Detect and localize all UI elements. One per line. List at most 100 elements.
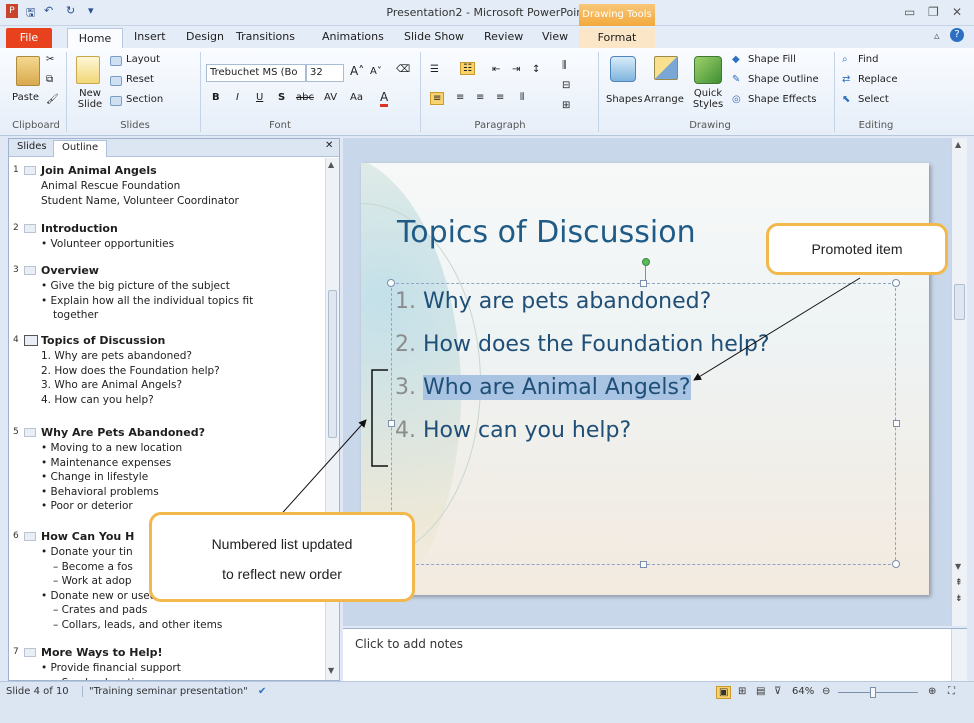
columns-icon[interactable]: ⫴ xyxy=(520,92,524,103)
tab-format[interactable]: Format xyxy=(579,28,655,48)
bullets-icon[interactable]: ☰ xyxy=(430,64,439,75)
outline-line[interactable]: – Collars, leads, and other items xyxy=(53,619,222,631)
section-button[interactable]: Section xyxy=(126,94,163,105)
minimize-ribbon-icon[interactable]: ▵ xyxy=(934,29,940,42)
list-item-text[interactable]: How does the Foundation help? xyxy=(423,332,770,357)
italic-icon[interactable]: I xyxy=(236,92,239,103)
fit-to-window-icon[interactable]: ⛶ xyxy=(948,686,955,697)
tab-animations[interactable]: Animations xyxy=(322,30,384,43)
align-text-icon[interactable]: ⊟ xyxy=(562,80,570,91)
outline-line[interactable]: 1. Why are pets abandoned? xyxy=(41,350,192,362)
zoom-slider[interactable] xyxy=(838,692,918,693)
zoom-out-icon[interactable]: ⊖ xyxy=(822,686,830,697)
align-right-icon[interactable]: ≡ xyxy=(476,92,484,103)
slide-thumbnail-icon[interactable] xyxy=(24,428,36,437)
select-button[interactable]: Select xyxy=(858,94,889,105)
outline-line[interactable]: – Send a donation xyxy=(53,677,147,681)
close-pane-icon[interactable]: ✕ xyxy=(325,140,333,151)
slide-show-icon[interactable]: ⊽ xyxy=(774,686,781,697)
tab-file[interactable]: File xyxy=(6,28,52,48)
tab-transitions[interactable]: Transitions xyxy=(236,30,295,43)
tab-outline[interactable]: Outline xyxy=(53,140,108,157)
outline-slide-title[interactable]: Topics of Discussion xyxy=(41,334,165,347)
notes-pane[interactable]: Click to add notes xyxy=(343,628,967,682)
slide-thumbnail-icon[interactable] xyxy=(24,224,36,233)
shape-effects-button[interactable]: Shape Effects xyxy=(748,94,816,105)
list-item-1[interactable]: 1. Why are pets abandoned? xyxy=(395,289,711,314)
outline-line[interactable]: together xyxy=(53,309,98,321)
outline-line[interactable]: – Crates and pads xyxy=(53,604,147,616)
slide-thumbnail-icon[interactable] xyxy=(24,166,36,175)
tab-design[interactable]: Design xyxy=(186,30,224,43)
tab-slide-show[interactable]: Slide Show xyxy=(404,30,464,43)
help-icon[interactable]: ? xyxy=(950,28,964,42)
font-color-icon[interactable]: A xyxy=(380,90,389,107)
strikethrough-icon[interactable]: abc xyxy=(296,92,314,103)
maximize-icon[interactable]: ❐ xyxy=(928,5,939,19)
outline-line[interactable]: • Change in lifestyle xyxy=(41,471,148,483)
shapes-icon[interactable] xyxy=(610,56,636,82)
character-spacing-icon[interactable]: AV xyxy=(324,92,337,103)
grow-font-icon[interactable]: A˄ xyxy=(350,64,364,78)
resize-handle[interactable] xyxy=(892,279,900,287)
notes-placeholder[interactable]: Click to add notes xyxy=(355,637,463,651)
outline-slide-title[interactable]: Overview xyxy=(41,264,99,277)
outline-line[interactable]: • Behavioral problems xyxy=(41,486,159,498)
smartart-icon[interactable]: ⊞ xyxy=(562,100,570,111)
paste-button[interactable]: Paste xyxy=(12,92,39,103)
outline-line[interactable]: Student Name, Volunteer Coordinator xyxy=(41,195,239,207)
font-name-combo[interactable]: Trebuchet MS (Bo xyxy=(206,64,306,82)
quick-styles-icon[interactable] xyxy=(694,56,722,84)
shrink-font-icon[interactable]: A˅ xyxy=(370,66,382,77)
outline-line[interactable]: • Explain how all the individual topics … xyxy=(41,295,253,307)
shapes-button[interactable]: Shapes xyxy=(606,94,643,105)
align-center-icon[interactable]: ≡ xyxy=(456,92,464,103)
line-spacing-icon[interactable]: ↕ xyxy=(532,64,540,75)
shape-fill-button[interactable]: Shape Fill xyxy=(748,54,796,65)
normal-view-icon[interactable]: ▣ xyxy=(716,686,732,699)
resize-handle[interactable] xyxy=(387,279,395,287)
outline-line[interactable]: Animal Rescue Foundation xyxy=(41,180,180,192)
shape-outline-button[interactable]: Shape Outline xyxy=(748,74,819,85)
list-item-2[interactable]: 2. How does the Foundation help? xyxy=(395,332,770,357)
text-shadow-icon[interactable]: S xyxy=(278,92,285,103)
slide-thumbnail-icon[interactable] xyxy=(24,335,38,346)
resize-handle[interactable] xyxy=(892,560,900,568)
outline-line[interactable]: 2. How does the Foundation help? xyxy=(41,365,220,377)
resize-handle[interactable] xyxy=(388,420,395,427)
slide-scrollbar[interactable]: ▲ ▼ ⇞ ⇟ xyxy=(951,138,967,626)
tab-review[interactable]: Review xyxy=(484,30,523,43)
outline-slide-title[interactable]: More Ways to Help! xyxy=(41,646,163,659)
decrease-indent-icon[interactable]: ⇤ xyxy=(492,64,500,75)
outline-slide-title[interactable]: Introduction xyxy=(41,222,118,235)
bold-icon[interactable]: B xyxy=(212,92,220,103)
resize-handle[interactable] xyxy=(893,420,900,427)
tab-view[interactable]: View xyxy=(542,30,568,43)
previous-slide-icon[interactable]: ⇞ xyxy=(955,578,963,588)
tab-home[interactable]: Home xyxy=(67,28,123,49)
outline-line[interactable]: • Moving to a new location xyxy=(41,442,182,454)
slide-title[interactable]: Topics of Discussion xyxy=(397,215,696,250)
clear-formatting-icon[interactable]: ⌫ xyxy=(396,64,410,75)
arrange-icon[interactable] xyxy=(654,56,678,80)
slide-thumbnail-icon[interactable] xyxy=(24,266,36,275)
outline-line[interactable]: • Give the big picture of the subject xyxy=(41,280,230,292)
layout-button[interactable]: Layout xyxy=(126,54,160,65)
text-direction-icon[interactable]: ⫼ xyxy=(562,60,567,71)
slide-sorter-icon[interactable]: ⊞ xyxy=(738,686,746,697)
zoom-slider-thumb[interactable] xyxy=(870,687,876,698)
outline-line[interactable]: 4. How can you help? xyxy=(41,394,154,406)
rotation-handle[interactable] xyxy=(642,258,650,266)
paste-icon[interactable] xyxy=(16,56,40,86)
tab-slides[interactable]: Slides xyxy=(17,141,47,152)
slide-thumbnail-icon[interactable] xyxy=(24,532,36,541)
list-item-text[interactable]: Why are pets abandoned? xyxy=(423,289,711,314)
font-size-combo[interactable]: 32 xyxy=(306,64,344,82)
outline-slide-title[interactable]: How Can You H xyxy=(41,530,134,543)
outline-line[interactable]: • Poor or deterior xyxy=(41,500,133,512)
close-icon[interactable]: ✕ xyxy=(952,5,962,19)
format-painter-icon[interactable]: 🖌 xyxy=(46,94,59,105)
outline-line[interactable]: – Become a fos xyxy=(53,561,133,573)
reset-button[interactable]: Reset xyxy=(126,74,154,85)
numbering-icon[interactable]: ☷ xyxy=(460,62,475,75)
